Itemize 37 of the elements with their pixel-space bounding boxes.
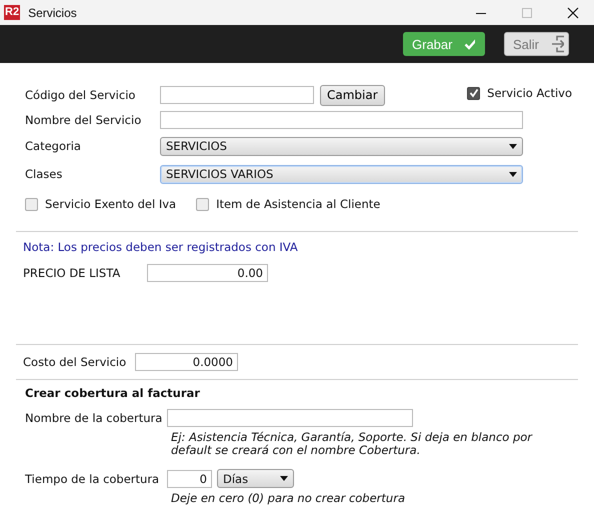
change-button[interactable]: Cambiar: [320, 84, 385, 106]
field-label: Código del Servicio: [25, 88, 136, 102]
field-label: Clases: [25, 167, 64, 181]
field-label: Nombre del Servicio: [25, 113, 142, 127]
field-label: Categoria: [25, 139, 82, 153]
checkmark-icon: [464, 38, 475, 50]
maximize-icon[interactable]: [521, 6, 533, 18]
checkbox[interactable]: [196, 198, 210, 210]
hint-text: Ej: Asistencia Técnica, Garantía, Soporte. Si deja en blanco por default se creará con el nombre Cobertura.: [171, 431, 534, 457]
unit-dropdown[interactable]: Días: [217, 469, 294, 488]
section-heading: Crear cobertura al facturar: [25, 386, 201, 400]
code-field[interactable]: [160, 86, 314, 104]
field-label: Costo del Servicio: [23, 355, 128, 369]
time-field[interactable]: 0: [167, 470, 212, 488]
window-title: Servicios: [28, 6, 77, 20]
caret-icon: [280, 476, 288, 481]
exit-icon: [551, 35, 564, 53]
hint-text: Deje en cero (0) para no crear cobertura: [171, 492, 406, 505]
field-label: PRECIO DE LISTA: [23, 266, 122, 280]
cost-field[interactable]: 0.0000: [135, 353, 238, 371]
note-text: Nota: Los precios deben ser registrados con IVA: [23, 240, 299, 254]
checkbox-label: Item de Asistencia al Cliente: [216, 197, 380, 211]
field-label: Tiempo de la cobertura: [25, 472, 160, 486]
name-field[interactable]: [160, 111, 523, 129]
checkbox-label: Servicio Activo: [487, 86, 572, 100]
field-label: Nombre de la cobertura: [25, 411, 164, 425]
checkbox[interactable]: [467, 86, 480, 100]
app-logo: R2: [4, 5, 20, 20]
checkbox-label: Servicio Exento del Iva: [45, 197, 176, 211]
dropdown[interactable]: SERVICIOS: [160, 136, 523, 156]
caret-icon: [509, 172, 517, 176]
coverage-name-field[interactable]: [167, 409, 413, 427]
price-field[interactable]: 0.00: [147, 264, 268, 282]
caret-icon: [509, 144, 517, 148]
close-icon[interactable]: [567, 6, 579, 18]
checkbox[interactable]: [25, 198, 38, 210]
dropdown[interactable]: SERVICIOS VARIOS: [160, 164, 523, 184]
